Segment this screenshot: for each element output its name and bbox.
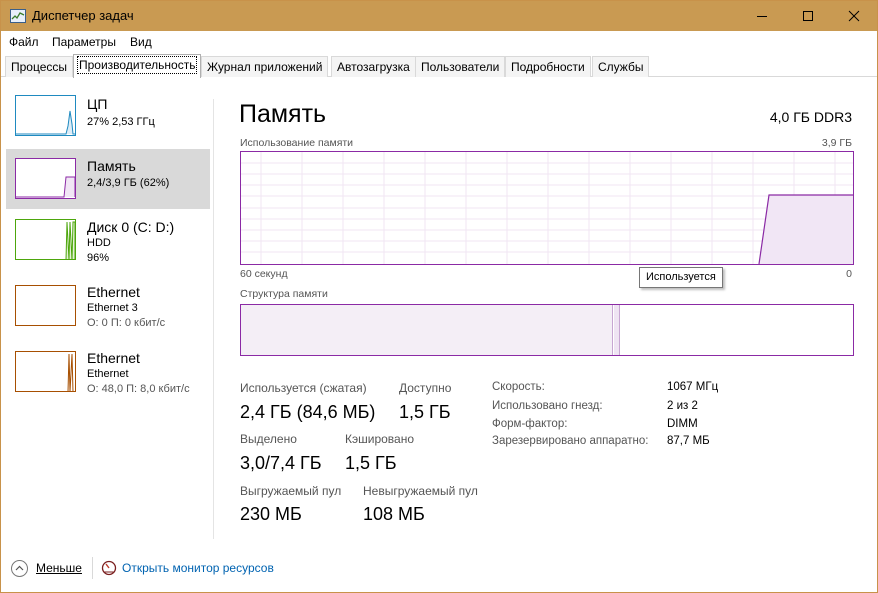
tab-services-label: Службы xyxy=(598,60,644,74)
structure-label: Структура памяти xyxy=(240,288,328,300)
tab-app-history[interactable]: Журнал приложений xyxy=(201,56,329,77)
tooltip-text: Используется xyxy=(646,271,716,283)
title-bar[interactable]: Диспетчер задач xyxy=(1,1,877,31)
cached-value: 1,5 ГБ xyxy=(345,453,397,473)
tab-details[interactable]: Подробности xyxy=(505,56,591,77)
nonpaged-pool-label: Невыгружаемый пул xyxy=(363,484,478,498)
committed-label: Выделено xyxy=(240,432,297,446)
tooltip: Используется xyxy=(639,267,723,288)
memory-spec: 4,0 ГБ DDR3 xyxy=(769,109,852,125)
sidebar-item-memory-detail: 2,4/3,9 ГБ (62%) xyxy=(87,177,170,189)
sidebar-item-cpu-title: ЦП xyxy=(87,96,108,112)
nonpaged-pool-value: 108 МБ xyxy=(363,504,425,524)
sidebar-item-ethernet-title: Ethernet xyxy=(87,350,140,366)
menu-file[interactable]: Файл xyxy=(9,35,39,49)
tab-processes-label: Процессы xyxy=(11,60,68,74)
hardware-reserved-label: Зарезервировано аппаратно: xyxy=(492,435,649,447)
tab-bar: Процессы Производительность Журнал прило… xyxy=(1,53,877,78)
sidebar-item-ethernet-3-adapter: Ethernet 3 xyxy=(87,302,138,314)
usage-graph-max: 3,9 ГБ xyxy=(821,137,852,149)
committed-value: 3,0/7,4 ГБ xyxy=(240,453,322,473)
in-use-value: 2,4 ГБ (84,6 МБ) xyxy=(240,402,376,422)
graph-time-left: 60 секунд xyxy=(240,268,288,280)
sidebar-item-ethernet-3[interactable]: Ethernet Ethernet 3 О: 0 П: 0 кбит/с xyxy=(6,280,210,340)
structure-in-use[interactable] xyxy=(241,305,613,355)
task-manager-icon xyxy=(10,9,26,23)
sidebar-item-ethernet-adapter: Ethernet xyxy=(87,368,129,380)
tab-users-label: Пользователи xyxy=(421,60,500,74)
task-manager-window: Диспетчер задач Файл Параметры Вид Проце… xyxy=(0,0,878,593)
panel-divider xyxy=(213,99,214,539)
sidebar-item-memory-title: Память xyxy=(87,158,136,174)
tab-startup[interactable]: Автозагрузка xyxy=(331,56,416,77)
slots-label: Использовано гнезд: xyxy=(492,400,603,412)
sidebar-item-disk[interactable]: Диск 0 (C: D:) HDD 96% xyxy=(6,214,210,274)
tab-details-label: Подробности xyxy=(511,60,585,74)
tab-performance-label: Производительность xyxy=(76,56,198,74)
form-factor-value: DIMM xyxy=(667,418,698,430)
menu-view[interactable]: Вид xyxy=(130,35,152,49)
minimize-button[interactable] xyxy=(739,1,785,31)
sidebar-item-disk-title: Диск 0 (C: D:) xyxy=(87,219,175,235)
cpu-graph-icon xyxy=(15,95,76,136)
tab-processes[interactable]: Процессы xyxy=(5,56,74,77)
bottom-bar: Меньше Открыть монитор ресурсов xyxy=(1,549,877,592)
close-icon xyxy=(848,10,860,22)
structure-modified[interactable] xyxy=(614,305,620,355)
tab-startup-label: Автозагрузка xyxy=(337,60,410,74)
tab-users[interactable]: Пользователи xyxy=(415,56,506,77)
sidebar-item-memory[interactable]: Память 2,4/3,9 ГБ (62%) xyxy=(6,149,210,209)
maximize-button[interactable] xyxy=(785,1,831,31)
available-label: Доступно xyxy=(399,381,452,395)
sidebar-item-disk-usage: 96% xyxy=(87,252,110,264)
cached-label: Кэшировано xyxy=(345,432,415,446)
fewer-details-button[interactable]: Меньше xyxy=(36,561,82,575)
memory-usage-graph xyxy=(240,151,854,265)
available-value: 1,5 ГБ xyxy=(399,402,451,422)
disk-graph-icon xyxy=(15,219,76,260)
sidebar-item-cpu[interactable]: ЦП 27% 2,53 ГГц xyxy=(6,94,210,154)
resource-monitor-icon[interactable] xyxy=(101,560,117,576)
speed-value: 1067 МГц xyxy=(667,381,719,393)
sidebar-item-ethernet[interactable]: Ethernet Ethernet О: 48,0 П: 8,0 кбит/с xyxy=(6,346,210,406)
paged-pool-value: 230 МБ xyxy=(240,504,302,524)
sidebar-item-disk-type: HDD xyxy=(87,237,111,249)
chevron-up-icon[interactable] xyxy=(11,560,28,577)
window-title: Диспетчер задач xyxy=(32,8,134,23)
minimize-icon xyxy=(757,16,767,17)
form-factor-label: Форм-фактор: xyxy=(492,418,568,430)
memory-usage-chart xyxy=(241,152,853,264)
slots-value: 2 из 2 xyxy=(667,400,698,412)
memory-graph-icon xyxy=(15,158,76,199)
ethernet-graph-icon xyxy=(15,351,76,392)
ethernet-graph-icon xyxy=(15,285,76,326)
in-use-label: Используется (сжатая) xyxy=(240,381,367,395)
tab-performance[interactable]: Производительность xyxy=(73,54,202,78)
usage-graph-label: Использование памяти xyxy=(240,137,354,149)
paged-pool-label: Выгружаемый пул xyxy=(240,484,342,498)
menu-options[interactable]: Параметры xyxy=(52,35,116,49)
hardware-reserved-value: 87,7 МБ xyxy=(667,435,710,447)
sidebar-item-cpu-detail: 27% 2,53 ГГц xyxy=(87,116,155,128)
tab-app-history-label: Журнал приложений xyxy=(207,60,323,74)
sidebar-item-ethernet-throughput: О: 48,0 П: 8,0 кбит/с xyxy=(87,383,190,395)
menu-bar: Файл Параметры Вид xyxy=(1,31,877,53)
graph-time-right: 0 xyxy=(846,268,852,280)
bottom-separator xyxy=(92,557,93,579)
maximize-icon xyxy=(803,11,813,21)
tab-services[interactable]: Службы xyxy=(592,56,650,77)
memory-structure-bar[interactable] xyxy=(240,304,854,356)
sidebar-item-ethernet-3-throughput: О: 0 П: 0 кбит/с xyxy=(87,317,166,329)
sidebar-item-ethernet-3-title: Ethernet xyxy=(87,284,140,300)
close-button[interactable] xyxy=(831,1,877,31)
speed-label: Скорость: xyxy=(492,381,545,393)
page-title: Память xyxy=(239,100,327,128)
open-resource-monitor-link[interactable]: Открыть монитор ресурсов xyxy=(122,561,274,575)
